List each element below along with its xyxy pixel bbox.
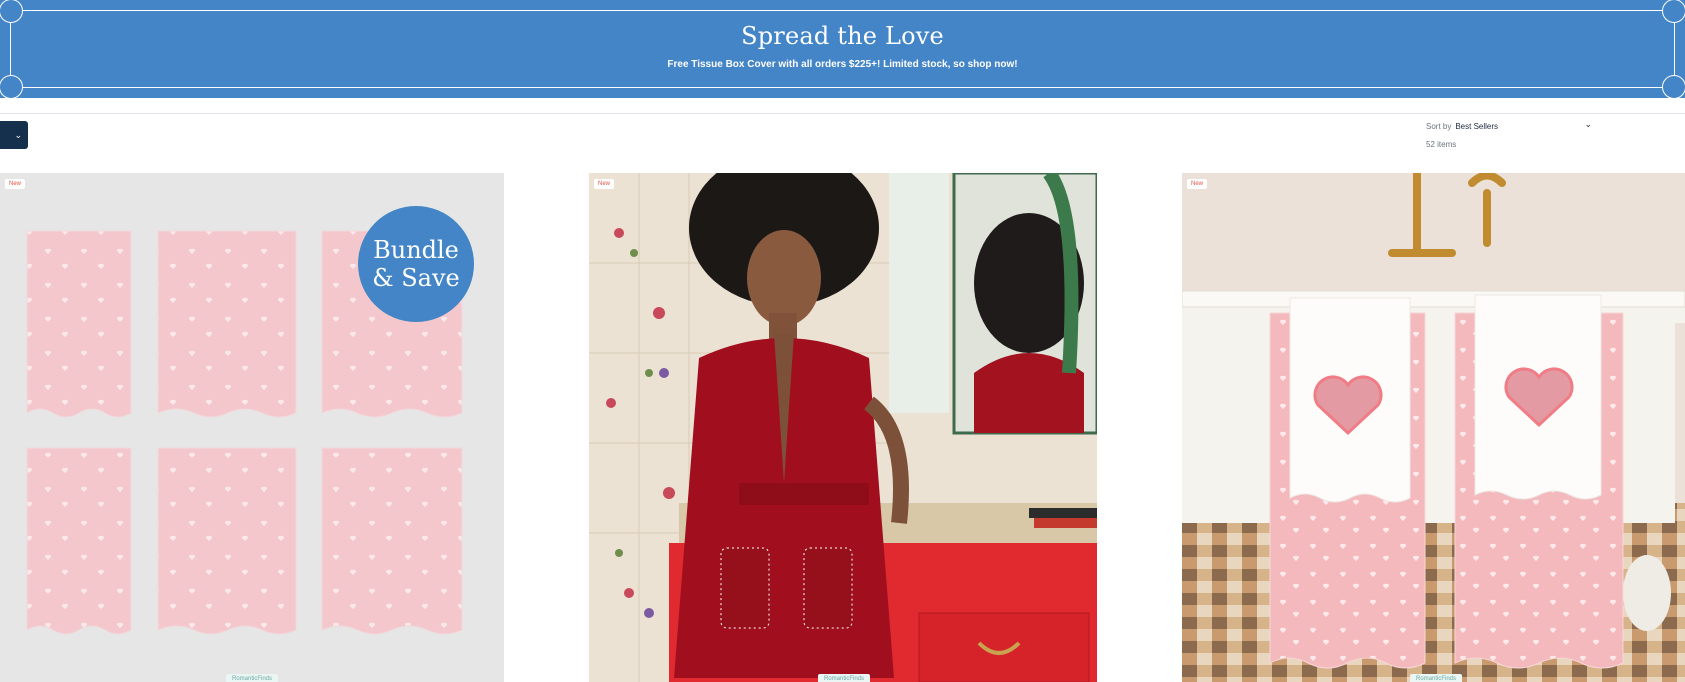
romantic-finds-tag: RomanticFinds [818,674,871,682]
product-card[interactable]: New RomanticFinds [589,173,1097,682]
new-badge: New [594,179,615,189]
banner-corner-ornament [0,75,23,99]
divider [0,113,1685,114]
romantic-finds-tag: RomanticFinds [226,674,279,682]
product-card[interactable]: New RomanticFinds [1182,173,1685,682]
romantic-finds-tag: RomanticFinds [1410,674,1463,682]
new-badge: New [1187,179,1208,189]
banner-title: Spread the Love [741,22,944,50]
product-image [589,173,1097,682]
chevron-down-icon: ⌄ [1584,119,1592,129]
sort-value: Best Sellers [1455,121,1499,131]
bundle-save-badge: Bundle & Save [358,206,474,322]
item-count: 52 items [1426,140,1457,149]
promo-banner[interactable]: Spread the Love Free Tissue Box Cover wi… [0,0,1685,99]
bundle-line-1: Bundle [373,236,459,264]
new-badge: New [5,179,26,189]
banner-subtitle: Free Tissue Box Cover with all orders $2… [667,59,1018,70]
sort-label: Sort by [1426,121,1452,131]
sort-dropdown[interactable]: Sort by Best Sellers ⌄ [1426,119,1592,133]
banner-corner-ornament [1662,75,1685,99]
chevron-down-icon: ⌄ [14,129,22,140]
bundle-line-2: & Save [372,264,460,292]
banner-corner-ornament [1662,0,1685,23]
product-card[interactable]: New Bundle & Save RomanticFinds [0,173,504,682]
filter-button[interactable]: er ⌄ [0,121,28,149]
product-image [1182,173,1685,682]
